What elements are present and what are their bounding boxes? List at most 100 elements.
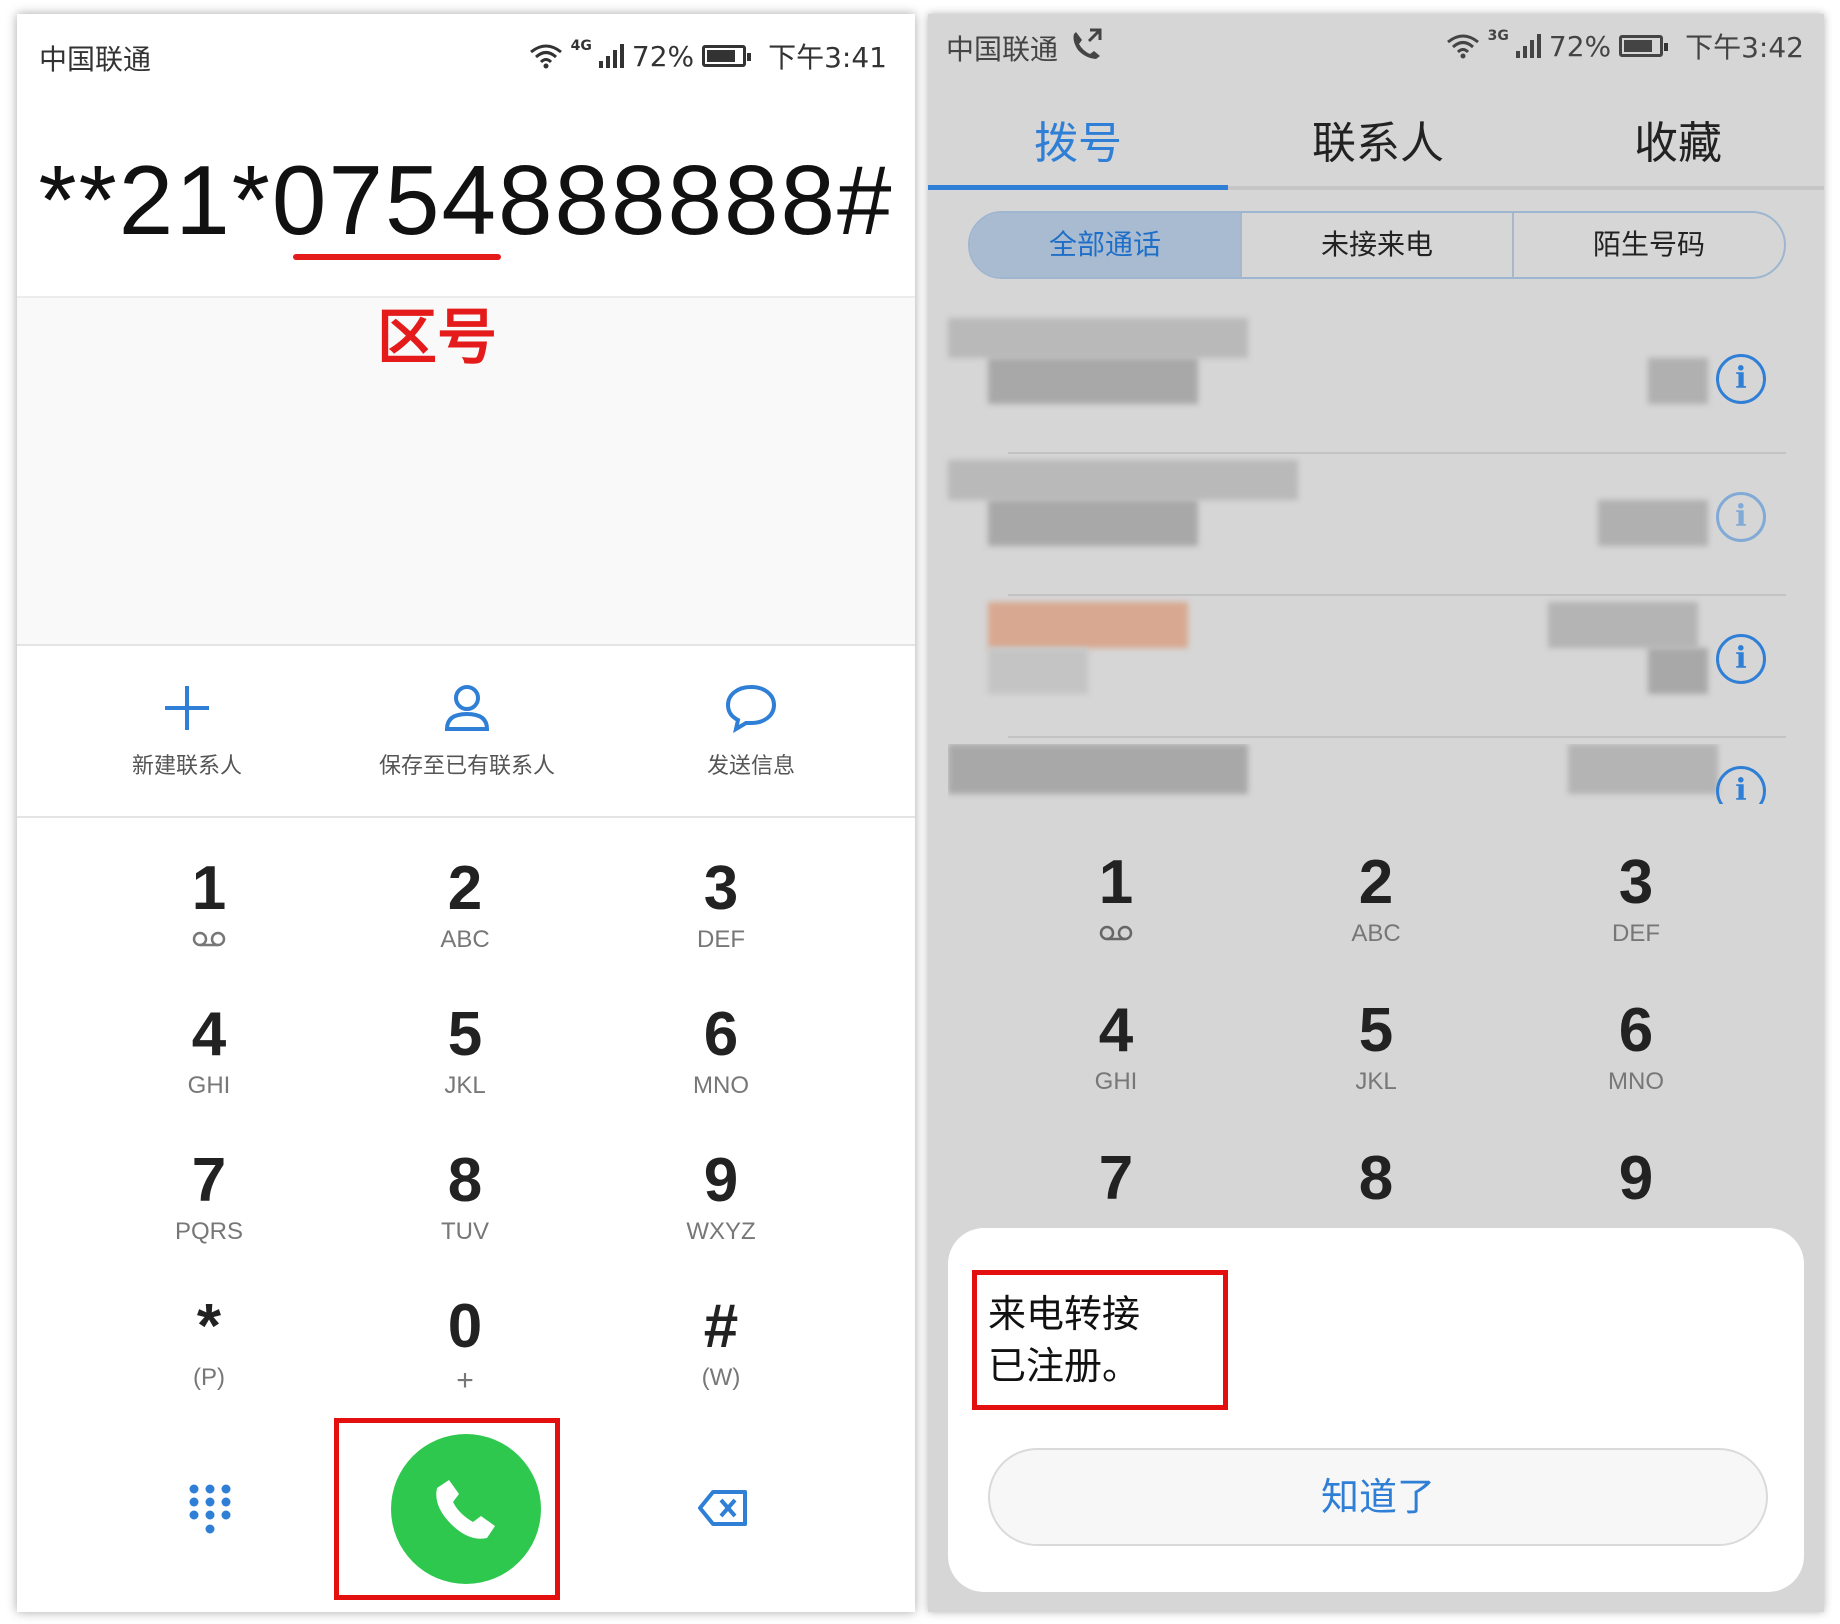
- new-contact-button[interactable]: 新建联系人: [67, 678, 307, 780]
- tab-dial[interactable]: 拨号: [928, 84, 1228, 190]
- dialer-screen-left: 中国联通 4G 72% 下午3:41 **21*0754888888# 区号 新…: [17, 14, 915, 1612]
- info-icon[interactable]: i: [1716, 634, 1766, 684]
- info-icon[interactable]: i: [1716, 354, 1766, 404]
- key-6[interactable]: 6 MNO: [1536, 996, 1736, 1096]
- key-digit: 4: [1098, 996, 1134, 1065]
- key-hash[interactable]: # (W): [621, 1292, 821, 1392]
- key-digit: 5: [1358, 996, 1394, 1065]
- status-bar: 中国联通 3G 72% 下午3:42: [928, 14, 1824, 94]
- key-letters: DEF: [1612, 920, 1660, 947]
- backspace-button[interactable]: [697, 1488, 749, 1528]
- plus-icon: [67, 678, 307, 738]
- key-5[interactable]: 5 JKL: [1276, 996, 1476, 1096]
- send-message-button[interactable]: 发送信息: [631, 678, 871, 780]
- network-type: 4G: [570, 38, 592, 54]
- new-contact-label: 新建联系人: [131, 754, 242, 779]
- key-7[interactable]: 7 PQRS: [109, 1146, 309, 1246]
- key-4[interactable]: 4 GHI: [1016, 996, 1216, 1096]
- key-digit: 7: [1098, 1144, 1134, 1213]
- filter-missed-calls[interactable]: 未接来电: [1242, 213, 1514, 277]
- filter-all-calls[interactable]: 全部通话: [970, 213, 1242, 277]
- key-letters: GHI: [187, 1072, 231, 1099]
- key-3[interactable]: 3 DEF: [1536, 848, 1736, 948]
- key-0[interactable]: 0 +: [365, 1292, 565, 1398]
- key-letters: MNO: [693, 1072, 749, 1099]
- key-2[interactable]: 2 ABC: [1276, 848, 1476, 948]
- key-digit: 8: [1358, 1144, 1394, 1213]
- key-letters: DEF: [697, 926, 745, 953]
- key-letters: JKL: [444, 1072, 486, 1099]
- status-icons: 4G 72% 下午3:41: [529, 36, 887, 76]
- key-digit: 9: [703, 1146, 739, 1215]
- call-log-row[interactable]: i: [948, 744, 1806, 804]
- quick-actions: 新建联系人 保存至已有联系人 发送信息: [17, 648, 915, 818]
- battery-icon: [702, 45, 752, 67]
- key-digit: 3: [1618, 848, 1654, 917]
- voicemail-icon: [1016, 920, 1216, 948]
- key-letters: JKL: [1355, 1068, 1397, 1095]
- area-code-underline: [293, 254, 501, 260]
- dialer-screen-right: 中国联通 3G 72% 下午3:42 拨号 联系人 收藏 全部通话 未接来电 陌…: [928, 14, 1824, 1612]
- key-6[interactable]: 6 MNO: [621, 1000, 821, 1100]
- filter-unknown-numbers[interactable]: 陌生号码: [1514, 213, 1784, 277]
- network-type: 3G: [1487, 28, 1509, 44]
- tab-contacts[interactable]: 联系人: [1228, 84, 1528, 186]
- key-8[interactable]: 8 TUV: [365, 1146, 565, 1246]
- wifi-icon: [529, 43, 563, 69]
- key-letters: (P): [193, 1364, 225, 1391]
- backspace-icon: [698, 1490, 747, 1526]
- call-forward-status-icon: [1070, 28, 1104, 67]
- dialpad-toggle-button[interactable]: [187, 1482, 233, 1538]
- key-5[interactable]: 5 JKL: [365, 1000, 565, 1100]
- info-icon[interactable]: i: [1716, 492, 1766, 542]
- wifi-icon: [1446, 33, 1480, 59]
- key-9[interactable]: 9 WXYZ: [621, 1146, 821, 1246]
- signal-icon: [598, 43, 624, 69]
- battery-icon: [1619, 35, 1669, 57]
- key-star[interactable]: * (P): [109, 1292, 309, 1392]
- key-digit: 4: [191, 1000, 227, 1069]
- key-digit: 2: [447, 854, 483, 923]
- area-code-annotation: 区号: [377, 303, 497, 373]
- message-bubble-icon: [631, 678, 871, 738]
- key-digit: 9: [1618, 1144, 1654, 1213]
- key-letters: WXYZ: [686, 1218, 756, 1245]
- battery-percent: 72%: [1548, 29, 1612, 63]
- ok-button[interactable]: 知道了: [988, 1448, 1768, 1546]
- key-digit: 1: [1098, 848, 1134, 917]
- key-8[interactable]: 8: [1276, 1144, 1476, 1214]
- key-7[interactable]: 7: [1016, 1144, 1216, 1214]
- save-to-existing-contact-button[interactable]: 保存至已有联系人: [347, 678, 587, 780]
- call-log-row[interactable]: i: [948, 602, 1806, 742]
- status-bar: 中国联通 4G 72% 下午3:41: [17, 14, 915, 94]
- call-log-list: i i i i: [928, 304, 1824, 804]
- key-1[interactable]: 1: [1016, 848, 1216, 948]
- key-digit: 7: [191, 1146, 227, 1215]
- key-letters: +: [456, 1364, 474, 1397]
- call-log-row[interactable]: i: [948, 318, 1806, 458]
- key-4[interactable]: 4 GHI: [109, 1000, 309, 1100]
- call-forwarding-dialog: 来电转接 已注册。 知道了: [948, 1228, 1804, 1592]
- dialed-number: **21*0754888888#: [38, 145, 894, 255]
- info-icon[interactable]: i: [1716, 766, 1766, 804]
- dialpad-grid-icon: [189, 1484, 231, 1534]
- key-3[interactable]: 3 DEF: [621, 854, 821, 954]
- key-letters: TUV: [441, 1218, 489, 1245]
- key-2[interactable]: 2 ABC: [365, 854, 565, 954]
- carrier-name: 中国联通: [39, 43, 152, 76]
- call-log-row[interactable]: i: [948, 460, 1806, 600]
- tab-favorites[interactable]: 收藏: [1528, 84, 1824, 186]
- key-digit: *: [196, 1292, 222, 1361]
- call-filter-segmented-control: 全部通话 未接来电 陌生号码: [968, 211, 1786, 279]
- battery-percent: 72%: [631, 39, 695, 73]
- call-button-highlight-box: [334, 1418, 560, 1600]
- key-9[interactable]: 9: [1536, 1144, 1736, 1214]
- key-digit: 1: [191, 854, 227, 923]
- key-letters: GHI: [1094, 1068, 1138, 1095]
- key-1[interactable]: 1: [109, 854, 309, 954]
- key-letters: PQRS: [174, 1218, 243, 1245]
- key-letters: ABC: [1351, 920, 1401, 947]
- dialer-tabs: 拨号 联系人 收藏: [928, 84, 1824, 190]
- key-digit: 6: [1618, 996, 1654, 1065]
- key-letters: MNO: [1608, 1068, 1664, 1095]
